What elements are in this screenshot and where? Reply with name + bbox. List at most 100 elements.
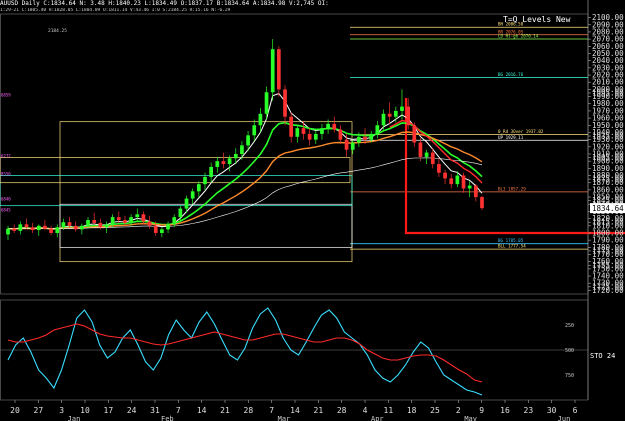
candle-body [443,172,447,179]
price-axis: 685962728550684068452100.002090.002080.0… [1,13,625,295]
candle-body [86,220,90,226]
candle-body [147,221,152,226]
candle-body [221,161,226,165]
candle-body [449,178,454,185]
candle-body [258,113,263,126]
candle-body [381,113,386,126]
candle-body [240,145,244,154]
price-tick-label: 1720.00 [592,286,624,295]
date-tick-label: 21 [314,406,324,415]
candle-body [344,139,349,150]
left-axis-label: 8550 [1,172,11,177]
date-tick-label: 17 [104,406,114,415]
date-tick-label: 7 [269,406,274,415]
moving-average-line [7,93,483,231]
candle-body [123,220,127,223]
top-value-label: 2184.25 [48,28,67,34]
last-price-label: 1834.64 [592,204,624,213]
candle-body [80,225,84,230]
left-axis-label: 6840 [1,197,11,202]
candle-body [203,176,207,185]
date-tick-label: 31 [150,406,160,415]
stoch-tick-label: 250 [565,323,574,329]
candle-body [190,191,195,199]
candle-body [233,154,238,159]
price-frame [0,13,589,295]
candle-body [129,217,133,223]
date-tick-label: 20 [10,406,20,415]
range-box [0,157,351,184]
candle-body [110,217,115,225]
candle-body [406,106,410,126]
candle-body [160,229,164,233]
date-tick-label: 9 [479,406,484,415]
candle-body [418,142,423,157]
level-label: UP 1929.11 [498,135,524,140]
date-tick-label: 11 [384,406,394,415]
range-box [59,121,353,263]
left-axis-label: 6845 [1,207,11,212]
candle-body [473,185,478,198]
candle-body [166,224,170,230]
month-label: Feb [161,415,174,421]
chart-grid [0,0,589,401]
candle-body [12,228,17,231]
date-tick-label: 7 [176,406,181,415]
candle-body [357,136,361,143]
candle-body [430,152,435,165]
candle-body [116,217,121,221]
candle-body [104,224,109,228]
candle-body [307,133,312,140]
candle-body [480,197,484,209]
candle-body [30,227,35,231]
date-tick-label: 28 [337,406,347,415]
info-bar: 1:29-21 C:1805.40 H:1828.05 L:1804.89 O:… [0,8,625,14]
candle-body [178,208,183,218]
candle-body [196,184,201,192]
candle-body [55,227,60,233]
date-tick-label: 18 [407,406,417,415]
candle-body [153,225,158,233]
candle-body [350,142,355,150]
date-tick-label: 28 [244,406,254,415]
candle-body [289,116,294,137]
symbol-line: AUUSD Daily C:1834.64 N: 3.48 H:1840.23 … [0,0,329,7]
moving-average-line [389,119,483,184]
candle-body [332,123,337,130]
date-tick-label: 23 [524,406,534,415]
candle-body [375,125,380,134]
level-label: 0_Rd 3Over 1937.02 [498,129,544,134]
candle-body [209,166,213,177]
candle-body [424,152,429,157]
candle-body [6,228,10,235]
date-tick-label: 2 [456,406,461,415]
candle-body [387,113,392,117]
level-label: BL3 1857.29 [498,186,526,191]
level-label: BG 1785.05 [498,238,524,243]
candle-body [36,225,41,231]
date-tick-label: 21 [220,406,230,415]
candle-body [369,133,374,140]
candle-body [320,128,324,134]
candle-body [363,136,367,140]
left-axis-label: 6859 [1,93,11,98]
candle-body [326,123,330,129]
candles [6,39,484,241]
candle-body [338,129,343,140]
month-label: Apr [371,415,384,421]
stoch-tick-label: 750 [565,373,574,379]
range-box [0,175,353,207]
candle-body [461,175,466,189]
info-line: 1:29-21 C:1805.40 H:1828.05 L:1804.89 O:… [0,8,231,13]
candle-body [264,92,269,114]
date-tick-label: 24 [127,406,137,415]
date-axis: 20 27 3 10 17 24 31 7 14 21 28 7 14 21 28 4 11 18 25 2 9 16 23… [10,400,578,421]
candle-body [455,175,460,185]
candle-body [437,164,441,173]
candle-body [184,198,189,209]
candle-body [467,185,472,189]
candle-body [141,214,146,222]
moving-averages [7,93,483,231]
candle-body [283,89,287,117]
candle-body [61,222,66,228]
